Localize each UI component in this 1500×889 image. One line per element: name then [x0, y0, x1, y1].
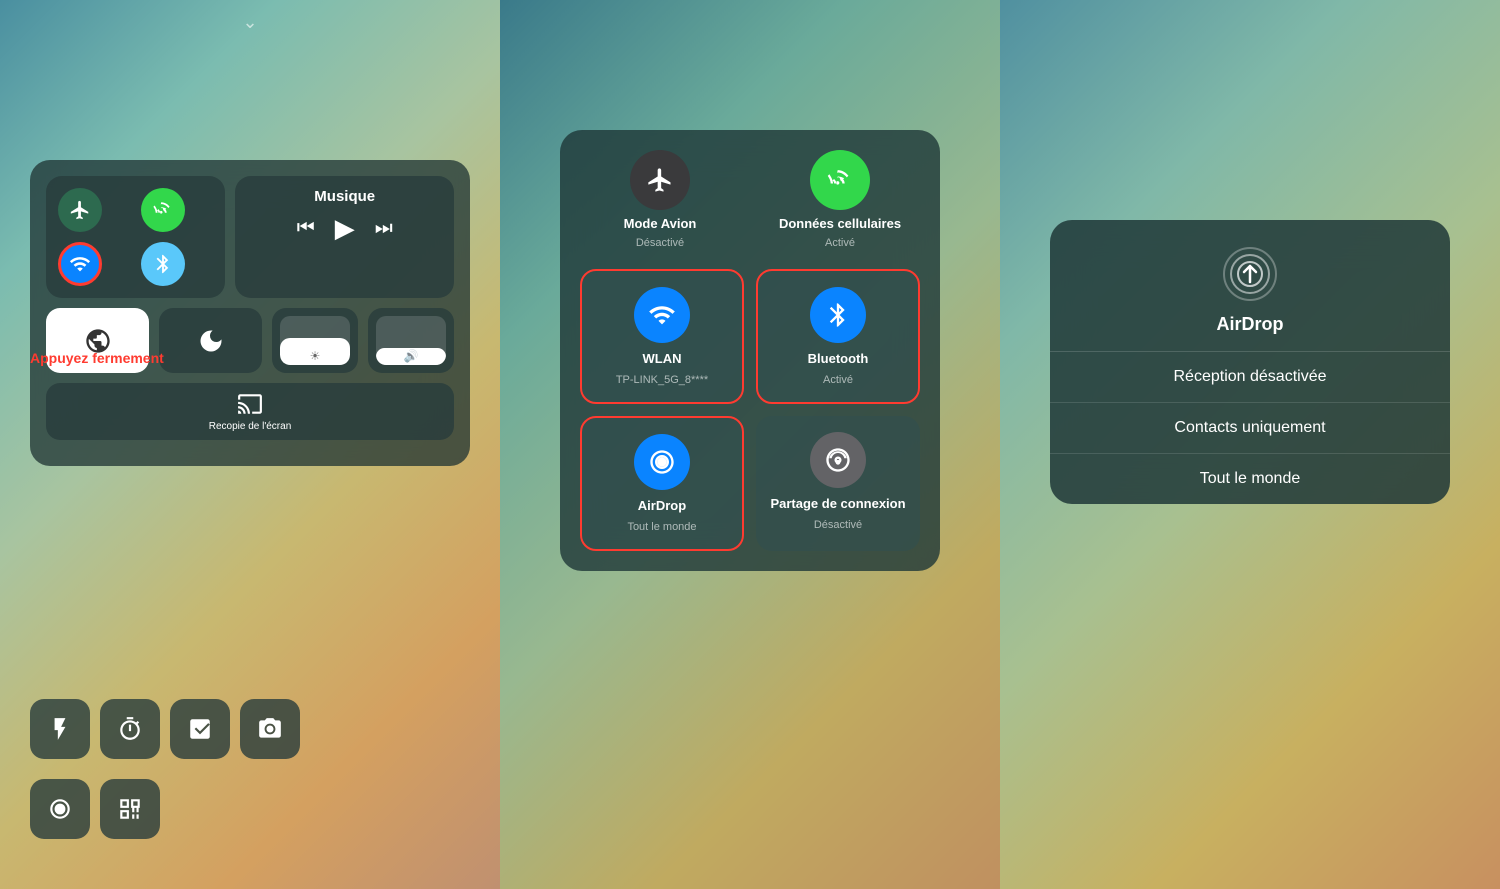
cc-bottom-row [30, 699, 470, 759]
airdrop-header: AirDrop [1050, 220, 1450, 352]
airdrop-reception-off-label: Réception désactivée [1174, 368, 1327, 385]
wlan-icon [634, 287, 690, 343]
bluetooth-item[interactable]: Bluetooth Activé [756, 269, 920, 404]
cellular-icon-circle[interactable] [810, 150, 870, 210]
airdrop-everyone-option[interactable]: Tout le monde [1050, 454, 1450, 504]
hotspot-icon [810, 432, 866, 488]
timer-button[interactable] [100, 699, 160, 759]
airplane-mode-label: Mode Avion [624, 216, 697, 231]
cc-top-section: Musique ⏮ ▶ ⏭ [46, 176, 454, 298]
brightness-icon: ☀ [310, 349, 321, 363]
calculator-button[interactable] [170, 699, 230, 759]
panel-airdrop: AirDrop Réception désactivée Contacts un… [1000, 0, 1500, 889]
airdrop-sub: Tout le monde [627, 521, 696, 533]
bluetooth-icon [810, 287, 866, 343]
next-button[interactable]: ⏭ [375, 217, 393, 240]
panel-control-center: ⌄ [0, 0, 500, 889]
airplane-mode-icon-circle[interactable] [630, 150, 690, 210]
brightness-slider[interactable]: ☀ [272, 308, 358, 373]
wifi-button[interactable] [58, 242, 102, 286]
prev-button[interactable]: ⏮ [297, 217, 315, 240]
connectivity-expanded-card: Mode Avion Désactivé Données cellulaires… [560, 130, 940, 571]
airdrop-menu-card: AirDrop Réception désactivée Contacts un… [1050, 220, 1450, 504]
qr-button[interactable] [100, 779, 160, 839]
hotspot-label: Partage de connexion [770, 496, 905, 511]
airplane-mode-button[interactable] [58, 188, 102, 232]
play-button[interactable]: ▶ [335, 213, 355, 244]
chevron-icon: ⌄ [242, 12, 257, 33]
cc-connectivity-grid [46, 176, 225, 298]
conn-grid: WLAN TP-LINK_5G_8**** Bluetooth Activé A… [580, 269, 920, 551]
cellular-item: Données cellulaires Activé [760, 150, 920, 249]
conn-top-icons: Mode Avion Désactivé Données cellulaires… [580, 150, 920, 249]
volume-icon: 🔊 [404, 349, 419, 363]
cellular-button[interactable] [141, 188, 185, 232]
cellular-sub: Activé [825, 237, 855, 249]
hotspot-sub: Désactivé [814, 519, 862, 531]
flashlight-button[interactable] [30, 699, 90, 759]
airdrop-everyone-label: Tout le monde [1200, 470, 1301, 487]
airdrop-reception-off-option[interactable]: Réception désactivée [1050, 352, 1450, 403]
airdrop-contacts-only-label: Contacts uniquement [1174, 419, 1325, 436]
airplane-mode-sub: Désactivé [636, 237, 684, 249]
music-widget: Musique ⏮ ▶ ⏭ [235, 176, 454, 298]
airdrop-label: AirDrop [638, 498, 686, 513]
screen-mirror-button[interactable]: Recopie de l'écran [46, 383, 454, 440]
airdrop-menu-icon [1220, 244, 1280, 304]
wlan-label: WLAN [643, 351, 682, 366]
wlan-item[interactable]: WLAN TP-LINK_5G_8**** [580, 269, 744, 404]
bluetooth-button[interactable] [141, 242, 185, 286]
cc-extra-row [30, 779, 160, 839]
control-center-card: Musique ⏮ ▶ ⏭ [30, 160, 470, 466]
airdrop-item[interactable]: AirDrop Tout le monde [580, 416, 744, 551]
panel-connectivity: Mode Avion Désactivé Données cellulaires… [500, 0, 1000, 889]
airdrop-icon [634, 434, 690, 490]
record-button[interactable] [30, 779, 90, 839]
volume-slider[interactable]: 🔊 [368, 308, 454, 373]
wlan-sub: TP-LINK_5G_8**** [616, 374, 708, 386]
music-title: Musique [251, 188, 438, 205]
appuyez-label: Appuyez fermement [30, 350, 164, 366]
cellular-label: Données cellulaires [779, 216, 901, 231]
hotspot-item[interactable]: Partage de connexion Désactivé [756, 416, 920, 551]
cc-screen-row: Recopie de l'écran [46, 383, 454, 440]
airdrop-contacts-only-option[interactable]: Contacts uniquement [1050, 403, 1450, 454]
do-not-disturb-button[interactable] [159, 308, 262, 373]
bluetooth-label: Bluetooth [808, 351, 869, 366]
airdrop-menu-title: AirDrop [1217, 314, 1284, 335]
sliders-section: ☀ 🔊 [272, 308, 454, 373]
music-controls: ⏮ ▶ ⏭ [251, 213, 438, 244]
screen-mirror-label: Recopie de l'écran [209, 421, 292, 432]
camera-button[interactable] [240, 699, 300, 759]
bluetooth-sub: Activé [823, 374, 853, 386]
airplane-mode-item: Mode Avion Désactivé [580, 150, 740, 249]
